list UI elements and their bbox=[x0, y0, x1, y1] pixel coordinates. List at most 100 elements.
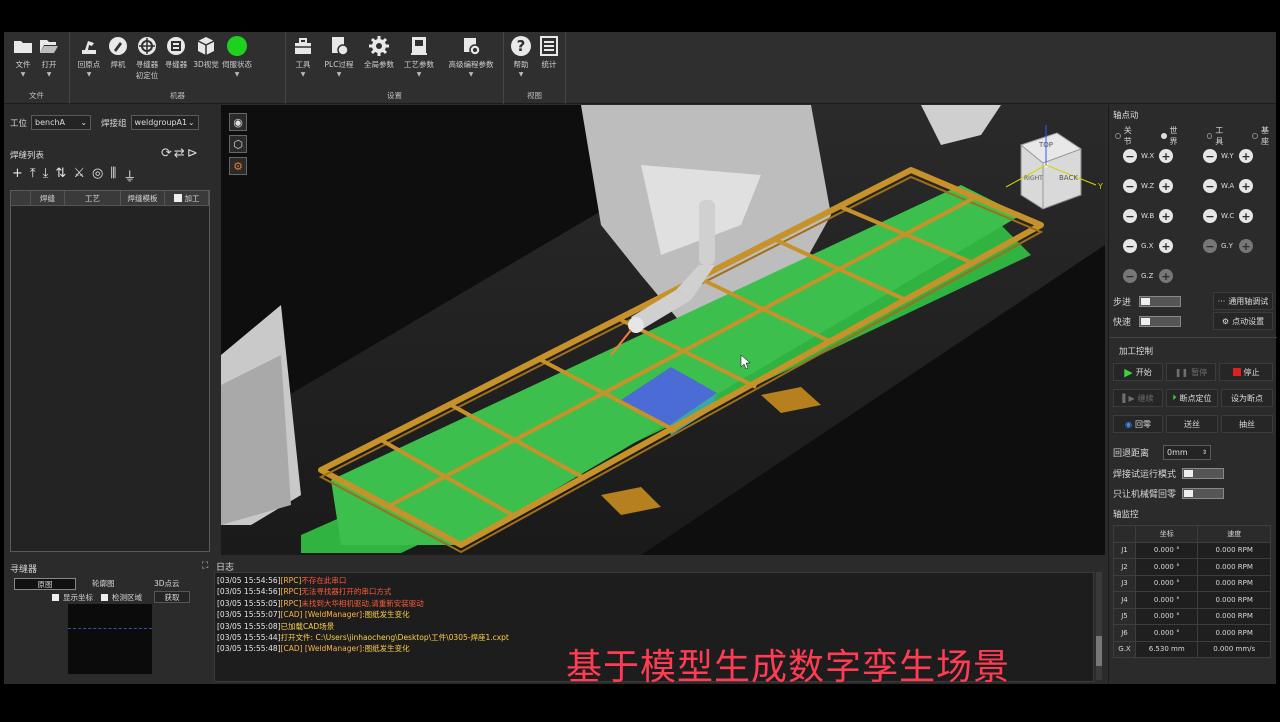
folder-icon bbox=[13, 36, 33, 56]
eye-icon[interactable]: ◉ bbox=[229, 113, 247, 131]
plc-button[interactable]: PLC过程 ▼ bbox=[324, 36, 354, 78]
cube-view-icon[interactable]: ⬡ bbox=[229, 135, 247, 153]
col-process[interactable]: 工艺 bbox=[65, 191, 121, 205]
breakpoint-locate-button[interactable]: ⏵ 断点定位 bbox=[1166, 389, 1218, 407]
sort-icon[interactable]: ⇅ bbox=[55, 166, 66, 185]
gear-icon: ⚙ bbox=[1221, 316, 1230, 326]
plus-icon[interactable]: + bbox=[1159, 269, 1173, 283]
show-coords-checkbox[interactable] bbox=[52, 594, 59, 601]
statistics-button[interactable]: 统计 bbox=[534, 36, 564, 70]
weldgroup-select[interactable]: weldgroupA1 ⌄ bbox=[130, 115, 199, 130]
minus-icon[interactable]: − bbox=[1123, 209, 1137, 223]
servo-status-button[interactable]: 伺服状态 ▼ bbox=[222, 36, 252, 78]
plus-icon[interactable]: + bbox=[1239, 209, 1253, 223]
minus-icon[interactable]: − bbox=[1203, 209, 1217, 223]
plus-icon[interactable]: + bbox=[1239, 149, 1253, 163]
minus-icon[interactable]: − bbox=[1203, 239, 1217, 253]
global-params-button[interactable]: 全局参数 bbox=[364, 36, 394, 70]
home-zero-button[interactable]: ◉ 回零 bbox=[1113, 415, 1163, 433]
minus-icon[interactable]: − bbox=[1123, 179, 1137, 193]
start-button[interactable]: ▶ 开始 bbox=[1113, 363, 1163, 381]
play-circle-icon[interactable]: ⊳ bbox=[187, 146, 198, 161]
trial-toggle[interactable] bbox=[1182, 468, 1225, 479]
tools-button[interactable]: 工具 ▼ bbox=[288, 36, 318, 78]
tab-raw[interactable]: 原图 bbox=[14, 578, 76, 590]
step-toggle[interactable] bbox=[1139, 296, 1182, 307]
add-icon[interactable]: + bbox=[12, 166, 23, 185]
plus-icon[interactable]: + bbox=[1239, 179, 1253, 193]
3d-viewport[interactable]: TOP BACK RIGHT Y ◉ ⬡ ⚙ bbox=[221, 105, 1105, 555]
draw-wire-button[interactable]: 抽丝 bbox=[1221, 415, 1273, 433]
col-seam[interactable]: 焊缝 bbox=[31, 191, 65, 205]
checkbox[interactable] bbox=[173, 194, 182, 202]
weld-icon[interactable]: ⚔ bbox=[73, 166, 85, 185]
move-up-icon[interactable]: ⤒ bbox=[30, 166, 36, 185]
feed-wire-label: 送丝 bbox=[1184, 419, 1200, 429]
detect-region-checkbox[interactable] bbox=[101, 594, 108, 601]
mode-joint-radio[interactable]: 关节 bbox=[1115, 125, 1139, 147]
scene-tool-icon[interactable]: ⚙ bbox=[229, 157, 247, 175]
process-params-button[interactable]: 工艺参数 ▼ bbox=[404, 36, 434, 78]
robot-only-toggle[interactable] bbox=[1182, 488, 1225, 499]
help-button[interactable]: ? 帮助 ▼ bbox=[506, 36, 536, 78]
mode-base-radio[interactable]: 基座 bbox=[1252, 125, 1276, 147]
general-jog-button[interactable]: ··· 通用轴调试 bbox=[1213, 292, 1273, 310]
split-icon[interactable]: ⫼ bbox=[110, 166, 116, 185]
set-breakpoint-button[interactable]: 设为断点 bbox=[1221, 389, 1273, 407]
tab-pointcloud[interactable]: 3D点云 bbox=[154, 578, 180, 589]
filter-icon[interactable]: ⏚ bbox=[123, 166, 136, 185]
weldgroup-label: 焊接组 bbox=[101, 118, 127, 129]
refresh-icon[interactable]: ⟳ bbox=[161, 146, 172, 161]
minus-icon[interactable]: − bbox=[1203, 179, 1217, 193]
tab-contour[interactable]: 轮廓图 bbox=[92, 578, 115, 589]
minus-icon[interactable]: − bbox=[1123, 239, 1137, 253]
robot-only-label: 只让机械臂回零 bbox=[1113, 490, 1177, 500]
col-template[interactable]: 焊缝模板 bbox=[121, 191, 165, 205]
plus-icon[interactable]: + bbox=[1159, 209, 1173, 223]
plus-icon[interactable]: + bbox=[1159, 149, 1173, 163]
minus-icon[interactable]: − bbox=[1123, 269, 1137, 283]
group-machine: 回原点 ▼ 焊机 寻缝器 初定位 寻缝器 3D视觉 伺服状态 ▼ 机器 bbox=[70, 32, 286, 104]
plus-icon[interactable]: + bbox=[1159, 239, 1173, 253]
axis-monitor-speed: 0.000 mm/s bbox=[1197, 640, 1271, 658]
log-scrollbar[interactable] bbox=[1096, 572, 1102, 680]
fast-toggle[interactable] bbox=[1139, 316, 1182, 327]
stop-label: 停止 bbox=[1243, 367, 1260, 377]
move-down-icon[interactable]: ⤓ bbox=[43, 166, 49, 185]
log-message: 打开文件: C:\Users\jinhaocheng\Desktop\工件\03… bbox=[280, 633, 509, 643]
log-scroll-thumb[interactable] bbox=[1096, 636, 1102, 666]
mode-tool-label: 工具 bbox=[1215, 126, 1224, 146]
continue-button[interactable]: ▌▶ 继续 bbox=[1113, 389, 1163, 407]
jog-settings-button[interactable]: ⚙ 点动设置 bbox=[1213, 312, 1273, 330]
axis-label: W.A bbox=[1221, 182, 1235, 190]
seeker-icon bbox=[166, 36, 186, 56]
pause-button[interactable]: ❚❚ 暂停 bbox=[1166, 363, 1216, 381]
advanced-params-button[interactable]: 高级编程参数 ▼ bbox=[449, 36, 494, 78]
plus-icon[interactable]: + bbox=[1239, 239, 1253, 253]
view-icon[interactable]: ◎ bbox=[92, 166, 103, 185]
home-button[interactable]: 回原点 ▼ bbox=[74, 36, 104, 78]
station-select[interactable]: benchA ⌄ bbox=[31, 115, 92, 130]
minus-icon[interactable]: − bbox=[1203, 149, 1217, 163]
col-process-flag[interactable]: 加工 bbox=[165, 191, 209, 205]
mode-tool-radio[interactable]: 工具 bbox=[1206, 125, 1231, 147]
feed-wire-button[interactable]: 送丝 bbox=[1166, 415, 1218, 433]
axis-monitor-coord: 0.000 ° bbox=[1134, 607, 1199, 625]
capture-button[interactable]: 获取 bbox=[154, 591, 190, 603]
mode-world-radio[interactable]: 世界 bbox=[1160, 125, 1185, 147]
open-button[interactable]: 打开 ▼ bbox=[34, 36, 64, 78]
corner-cell bbox=[1113, 525, 1136, 543]
target-icon: ◉ bbox=[1125, 419, 1132, 429]
minus-icon[interactable]: − bbox=[1123, 149, 1137, 163]
retract-spinbox[interactable]: 0mm ⇕ bbox=[1163, 445, 1212, 460]
group-title-view: 视图 bbox=[527, 91, 542, 100]
expand-icon[interactable]: ⛶ bbox=[202, 561, 208, 571]
log-time: [03/05 15:55:44] bbox=[217, 633, 281, 643]
axis-label: G.X bbox=[1141, 242, 1154, 250]
stop-button[interactable]: 停止 bbox=[1219, 363, 1273, 381]
pause-icon: ❚❚ bbox=[1174, 367, 1189, 377]
control-panel: 轴点动 关节 世界 工具 基座 − W.X + − W.Y + − W.Z + − W.A + … bbox=[1108, 105, 1277, 683]
plus-icon[interactable]: + bbox=[1159, 179, 1173, 193]
sync-icon[interactable]: ⇄ bbox=[174, 146, 185, 161]
axis-monitor-row: J4 0.000 ° 0.000 RPM bbox=[1113, 591, 1271, 609]
